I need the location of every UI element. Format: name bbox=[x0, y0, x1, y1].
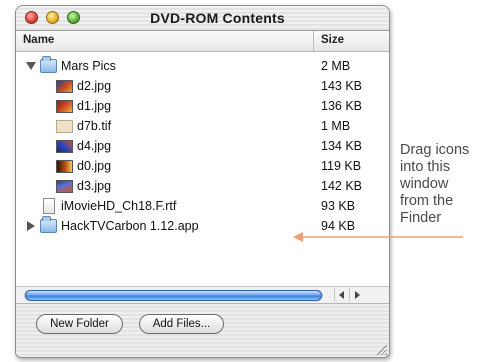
disclosure-triangle-closed-icon[interactable] bbox=[27, 221, 35, 231]
resize-grip-icon[interactable] bbox=[376, 344, 387, 355]
file-name: d3.jpg bbox=[77, 179, 112, 193]
file-list: Mars Pics 2 MB d2.jpg 143 KB d1.jpg 136 … bbox=[16, 52, 389, 284]
callout-line: Drag icons bbox=[400, 142, 470, 158]
scroll-right-arrow-icon[interactable] bbox=[349, 288, 363, 302]
bottom-toolbar: New Folder Add Files... bbox=[16, 303, 389, 357]
callout-arrow-icon bbox=[293, 232, 463, 242]
file-size: 119 KB bbox=[321, 159, 362, 173]
list-item[interactable]: d4.jpg 134 KB bbox=[16, 136, 389, 156]
dvd-rom-window: DVD-ROM Contents Name Size Mars Pics 2 M… bbox=[15, 5, 390, 358]
image-thumbnail-icon bbox=[56, 180, 73, 193]
scroll-left-arrow-icon[interactable] bbox=[334, 288, 348, 302]
zoom-button[interactable] bbox=[67, 11, 80, 24]
folder-icon bbox=[40, 216, 57, 233]
list-item[interactable]: d3.jpg 142 KB bbox=[16, 176, 389, 196]
title-bar[interactable]: DVD-ROM Contents bbox=[16, 6, 389, 31]
list-item[interactable]: d1.jpg 136 KB bbox=[16, 96, 389, 116]
list-item[interactable]: d7b.tif 1 MB bbox=[16, 116, 389, 136]
callout-line: from the bbox=[400, 193, 454, 209]
file-name: d1.jpg bbox=[77, 99, 112, 113]
file-size: 134 KB bbox=[321, 139, 363, 153]
file-size: 93 KB bbox=[321, 199, 356, 213]
file-name: iMovieHD_Ch18.F.rtf bbox=[61, 199, 177, 213]
callout-line: into this bbox=[400, 159, 450, 175]
callout-line: Finder bbox=[400, 210, 442, 226]
callout-line: window bbox=[400, 176, 449, 192]
file-name: d2.jpg bbox=[77, 79, 112, 93]
folder-icon bbox=[40, 56, 57, 73]
image-thumbnail-icon bbox=[56, 80, 73, 93]
image-thumbnail-icon bbox=[56, 100, 73, 113]
file-size: 136 KB bbox=[321, 99, 363, 113]
image-thumbnail-icon bbox=[56, 140, 73, 153]
close-button[interactable] bbox=[25, 11, 38, 24]
file-size: 2 MB bbox=[321, 59, 351, 73]
horizontal-scrollbar[interactable] bbox=[16, 286, 389, 303]
list-item[interactable]: d2.jpg 143 KB bbox=[16, 76, 389, 96]
scroll-track[interactable] bbox=[24, 290, 323, 301]
new-folder-button[interactable]: New Folder bbox=[36, 314, 123, 334]
list-item[interactable]: Mars Pics 2 MB bbox=[16, 56, 389, 76]
image-thumbnail-icon bbox=[56, 160, 73, 173]
minimize-button[interactable] bbox=[46, 11, 59, 24]
file-name: d4.jpg bbox=[77, 139, 112, 153]
file-name: HackTVCarbon 1.12.app bbox=[61, 219, 199, 233]
file-size: 142 KB bbox=[321, 179, 363, 193]
list-item[interactable]: iMovieHD_Ch18.F.rtf 93 KB bbox=[16, 196, 389, 216]
image-thumbnail-icon bbox=[56, 120, 73, 133]
file-name: d0.jpg bbox=[77, 159, 112, 173]
column-divider[interactable] bbox=[313, 31, 314, 51]
name-column-header[interactable]: Name bbox=[23, 34, 54, 46]
add-files-button[interactable]: Add Files... bbox=[139, 314, 224, 334]
scroll-thumb[interactable] bbox=[25, 290, 322, 301]
file-size: 1 MB bbox=[321, 119, 351, 133]
disclosure-triangle-open-icon[interactable] bbox=[26, 62, 36, 70]
column-header: Name Size bbox=[16, 31, 389, 52]
file-name: d7b.tif bbox=[77, 119, 112, 133]
window-title: DVD-ROM Contents bbox=[150, 10, 285, 26]
file-name: Mars Pics bbox=[61, 59, 116, 73]
size-column-header[interactable]: Size bbox=[321, 34, 344, 46]
callout-annotation: Drag icons into this window from the Fin… bbox=[400, 142, 478, 227]
file-size: 143 KB bbox=[321, 79, 363, 93]
list-item[interactable]: d0.jpg 119 KB bbox=[16, 156, 389, 176]
document-icon bbox=[43, 198, 55, 214]
